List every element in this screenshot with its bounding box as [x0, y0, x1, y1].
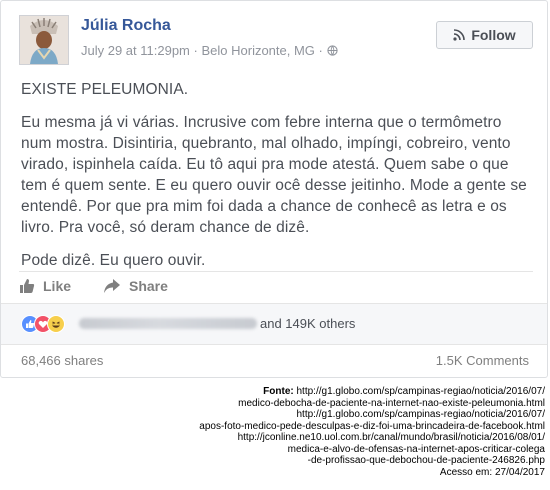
meta-separator-2: · [318, 43, 323, 58]
follow-button[interactable]: Follow [436, 21, 533, 49]
blurred-reactor-names [79, 318, 257, 329]
post-paragraph-1: EXISTE PELEUMONIA. [21, 81, 189, 98]
haha-reaction-icon [47, 315, 65, 333]
author-name-link[interactable]: Júlia Rocha [81, 17, 171, 35]
source-label: Fonte: [263, 386, 294, 397]
source-line-1: Fonte: http://g1.globo.com/sp/campinas-r… [5, 386, 545, 398]
reactions-summary[interactable]: and 149K others [1, 303, 547, 345]
access-date: Acesso em: 27/04/2017 [439, 466, 545, 478]
like-label: Like [43, 278, 72, 294]
source-url-1a: http://g1.globo.com/sp/campinas-regiao/n… [296, 386, 546, 397]
source-url-3a: http://jconline.ne10.uol.com.br/canal/mu… [237, 432, 545, 443]
post-actions: Like Share [19, 271, 533, 300]
avatar-portrait-icon [20, 16, 68, 64]
post-location[interactable]: Belo Horizonte, MG [201, 43, 314, 58]
post-timestamp[interactable]: July 29 at 11:29pm [81, 43, 190, 58]
like-button[interactable]: Like [19, 278, 71, 294]
post-body: EXISTE PELEUMONIA. Eu mesma já vi várias… [21, 79, 529, 283]
rss-follow-icon [453, 29, 466, 41]
source-url-2b: apos-foto-medico-pede-desculpas-e-diz-fo… [199, 420, 545, 432]
meta-separator: · [193, 43, 198, 58]
shares-count[interactable]: 68,466 shares [21, 353, 103, 368]
post-paragraph-3: Pode dizê. Eu quero ouvir. [21, 252, 206, 269]
facebook-post-card: Júlia Rocha July 29 at 11:29pm · Belo Ho… [0, 0, 548, 378]
comments-count[interactable]: 1.5K Comments [436, 353, 529, 368]
source-url-3b: medica-e-alvo-de-ofensas-na-internet-apo… [287, 443, 545, 455]
post-header: Júlia Rocha July 29 at 11:29pm · Belo Ho… [19, 15, 533, 65]
share-arrow-icon [104, 279, 120, 293]
post-paragraph-2: Eu mesma já vi várias. Incrusive com feb… [21, 114, 527, 236]
reactions-count[interactable]: and 149K others [260, 316, 355, 331]
source-url-2a: http://g1.globo.com/sp/campinas-regiao/n… [296, 409, 546, 420]
follow-label: Follow [471, 27, 516, 43]
reaction-icons [21, 315, 73, 333]
source-url-1b: medico-debocha-de-paciente-na-internet-n… [238, 397, 545, 409]
globe-icon[interactable] [326, 45, 338, 56]
author-avatar[interactable] [19, 15, 69, 65]
post-stats: 68,466 shares 1.5K Comments [21, 353, 529, 373]
source-citation: Fonte: http://g1.globo.com/sp/campinas-r… [5, 386, 545, 478]
post-meta: July 29 at 11:29pm · Belo Horizonte, MG … [81, 43, 338, 58]
share-button[interactable]: Share [103, 278, 168, 294]
share-label: Share [129, 278, 168, 294]
thumbs-up-icon [20, 279, 35, 293]
source-url-3c: -de-profissao-que-debochou-de-paciente-2… [307, 455, 545, 466]
